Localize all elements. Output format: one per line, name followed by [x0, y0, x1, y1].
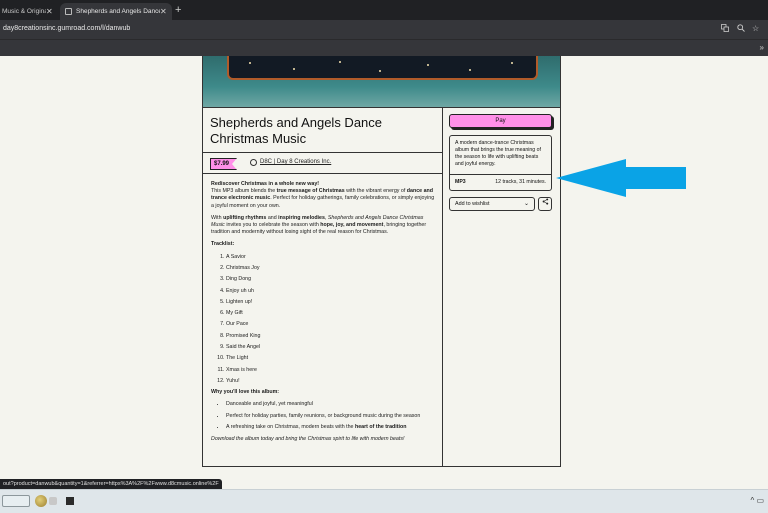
desc-text: with the vibrant energy of [344, 188, 407, 195]
product-info-box: A modern dance-trance Christmas album th… [449, 135, 552, 191]
wishlist-label: Add to wishlist [455, 201, 490, 207]
desc-text: invites you to celebrate the season with [224, 222, 321, 229]
chevron-down-icon: ⌄ [523, 201, 529, 207]
new-tab-button[interactable]: + [175, 4, 181, 16]
desc-bold: true message of Christmas [276, 188, 345, 195]
product-card: Shepherds and Angels Dance Christmas Mus… [202, 56, 561, 467]
page-favicon-icon [65, 8, 72, 15]
creator-link[interactable]: D8C | Day 8 Creations Inc. [260, 159, 331, 165]
love-item: Danceable and joyful, yet meaningful [226, 401, 437, 408]
close-icon[interactable]: ✕ [160, 7, 167, 16]
track-item: Lighten up! [226, 299, 437, 306]
desc-bold: inspiring melodies [278, 214, 325, 221]
star-icon[interactable]: ☆ [752, 24, 759, 33]
taskbar-search[interactable] [2, 495, 30, 507]
track-item: Xmas is here [226, 367, 437, 374]
love-heading: Why you'll love this album: [211, 389, 280, 396]
product-title: Shepherds and Angels Dance Christmas Mus… [210, 115, 383, 146]
translate-icon[interactable] [721, 24, 729, 34]
share-icon [542, 198, 548, 205]
tab-title: Music & Origina [2, 8, 46, 15]
divider [450, 174, 551, 175]
pay-button[interactable]: Pay [449, 114, 552, 128]
tracklist: A Savior Christmas Joy Ding Dong Enjoy u… [211, 254, 437, 385]
price-tag: $7.99 [210, 158, 237, 170]
network-icon[interactable]: ▭ [756, 496, 764, 505]
bookmarks-bar: » [0, 39, 768, 57]
annotation-arrow-icon [556, 159, 686, 197]
intro-heading: Rediscover Christmas in a whole new way! [211, 181, 320, 187]
tab-title: Shepherds and Angels Dance C [76, 8, 160, 15]
sparkle [427, 64, 429, 66]
system-tray[interactable]: ^ ▭ [750, 496, 764, 505]
taskbar: ^ ▭ [0, 489, 768, 513]
love-item: Perfect for holiday parties, family reun… [226, 413, 437, 420]
desc-bold: heart of the tradition [354, 424, 407, 431]
track-item: Ding Dong [226, 276, 437, 283]
desc-bold: hope, joy, and movement [320, 222, 384, 229]
track-item: Our Pace [226, 321, 437, 328]
url-text[interactable]: day8creationsinc.gumroad.com/l/danwub [3, 25, 130, 32]
cover-frame [227, 56, 538, 80]
tab-bar: Music & Origina ✕ Shepherds and Angels D… [0, 0, 768, 20]
sparkle [293, 68, 295, 70]
sparkle [339, 61, 341, 63]
format-label: MP3 [455, 179, 466, 185]
desc-text: and [266, 214, 279, 221]
desc-text: With [211, 214, 224, 221]
desc-text: This MP3 album blends the [211, 188, 277, 195]
desc-text: A refreshing take on Christmas, modern b… [226, 424, 355, 431]
sparkle [511, 62, 513, 64]
taskbar-app-icon[interactable] [35, 495, 47, 507]
track-item: Enjoy uh uh [226, 288, 437, 295]
address-bar[interactable]: day8creationsinc.gumroad.com/l/danwub ☆ [0, 20, 768, 39]
product-details: Shepherds and Angels Dance Christmas Mus… [203, 107, 443, 466]
close-icon[interactable]: ✕ [46, 7, 53, 16]
chevron-up-icon[interactable]: ^ [750, 496, 754, 505]
tab-music-origina[interactable]: Music & Origina ✕ [0, 3, 57, 20]
love-list: Danceable and joyful, yet meaningful Per… [211, 401, 437, 431]
track-item: Yuhu! [226, 378, 437, 385]
price-creator-row: $7.99 D8C | Day 8 Creations Inc. [203, 152, 442, 174]
taskbar-app-icon[interactable] [49, 497, 57, 505]
bookmarks-more-icon[interactable]: » [760, 43, 764, 52]
track-item: A Savior [226, 254, 437, 261]
zoom-icon[interactable] [737, 24, 745, 34]
page-content: Shepherds and Angels Dance Christmas Mus… [0, 56, 768, 488]
track-item: Christmas Joy [226, 265, 437, 272]
album-cover-image [203, 56, 560, 108]
tab-shepherds[interactable]: Shepherds and Angels Dance C ✕ [60, 3, 172, 20]
status-url: out?product=danwub&quantity=1&referrer=h… [0, 479, 222, 489]
sparkle [469, 69, 471, 71]
taskbar-app-icon[interactable] [66, 497, 74, 505]
closing-line: Download the album today and bring the C… [211, 435, 405, 442]
share-button[interactable] [538, 197, 552, 211]
tracklist-heading: Tracklist: [211, 241, 235, 248]
track-item: The Light [226, 355, 437, 362]
love-item: A refreshing take on Christmas, modern b… [226, 424, 437, 431]
creator-icon [250, 159, 257, 166]
length-value: 12 tracks, 31 minutes. [495, 179, 546, 185]
track-item: Promised King [226, 333, 437, 340]
track-item: My Gift [226, 310, 437, 317]
sparkle [249, 62, 251, 64]
desc-bold: uplifting rhythms [223, 214, 267, 221]
track-item: Said the Angel [226, 344, 437, 351]
product-description: Rediscover Christmas in a whole new way!… [211, 181, 437, 443]
add-to-wishlist-dropdown[interactable]: Add to wishlist ⌄ [449, 197, 535, 211]
sparkle [379, 70, 381, 72]
purchase-panel: Pay A modern dance-trance Christmas albu… [442, 107, 560, 466]
product-summary: A modern dance-trance Christmas album th… [455, 140, 541, 167]
